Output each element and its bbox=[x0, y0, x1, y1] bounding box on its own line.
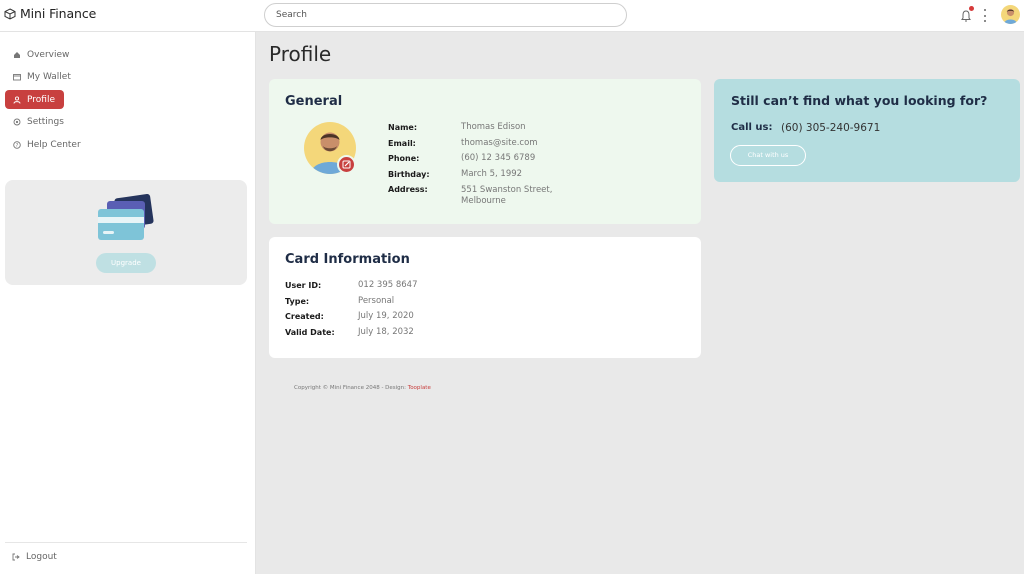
birthday-value: March 5, 1992 bbox=[461, 169, 523, 179]
chat-with-us-button[interactable]: Chat with us bbox=[730, 145, 806, 166]
sidebar-item-settings[interactable]: Settings bbox=[5, 112, 72, 131]
call-us-label: Call us: bbox=[731, 122, 773, 133]
bell-icon bbox=[961, 10, 971, 22]
general-title: General bbox=[285, 94, 343, 109]
user-id-label: User ID: bbox=[285, 281, 322, 290]
help-card: Still can’t find what you looking for? C… bbox=[714, 79, 1020, 182]
wallet-icon bbox=[13, 73, 21, 80]
sidebar-item-label: Profile bbox=[27, 94, 55, 105]
address-label: Address: bbox=[388, 185, 428, 194]
valid-date-label: Valid Date: bbox=[285, 328, 335, 337]
search-input[interactable] bbox=[264, 3, 627, 27]
brand[interactable]: Mini Finance bbox=[4, 6, 96, 21]
created-label: Created: bbox=[285, 312, 324, 321]
upgrade-button[interactable]: Upgrade bbox=[96, 253, 156, 273]
sidebar-divider bbox=[5, 542, 247, 543]
logout-button[interactable]: Logout bbox=[12, 552, 57, 562]
cube-logo-icon bbox=[4, 7, 16, 20]
card-information-title: Card Information bbox=[285, 252, 410, 267]
sidebar-item-profile[interactable]: Profile bbox=[5, 90, 64, 109]
email-value: thomas@site.com bbox=[461, 138, 538, 148]
svg-text:?: ? bbox=[16, 142, 19, 148]
page-title: Profile bbox=[269, 42, 332, 66]
footer-link[interactable]: Tooplate bbox=[408, 385, 431, 391]
upgrade-promo: Upgrade bbox=[5, 180, 247, 285]
credit-cards-icon bbox=[98, 194, 154, 240]
logout-label: Logout bbox=[26, 552, 57, 562]
footer-text: Copyright © Mini Finance 2048 - Design: bbox=[294, 385, 408, 391]
logout-icon bbox=[12, 553, 20, 561]
app-title: Mini Finance bbox=[20, 6, 97, 21]
type-label: Type: bbox=[285, 297, 310, 306]
person-icon bbox=[13, 95, 21, 104]
sidebar-item-my-wallet[interactable]: My Wallet bbox=[5, 67, 79, 86]
user-id-value: 012 395 8647 bbox=[358, 280, 418, 290]
name-label: Name: bbox=[388, 123, 418, 132]
home-icon bbox=[14, 51, 20, 58]
sidebar: Overview My Wallet Profile Settings ? He… bbox=[0, 32, 256, 574]
footer: Copyright © Mini Finance 2048 - Design: … bbox=[294, 385, 431, 391]
notification-dot bbox=[969, 6, 974, 11]
email-label: Email: bbox=[388, 139, 416, 148]
name-value: Thomas Edison bbox=[461, 122, 526, 132]
address-value-line1: 551 Swanston Street, bbox=[461, 185, 553, 195]
sidebar-item-label: Overview bbox=[27, 49, 70, 60]
card-information-card: Card Information User ID: 012 395 8647 T… bbox=[269, 237, 701, 358]
general-card: General Name: Thomas Edison Email: thoma… bbox=[269, 79, 701, 224]
help-icon: ? bbox=[13, 140, 21, 148]
sidebar-item-label: Help Center bbox=[27, 139, 81, 150]
pencil-icon bbox=[342, 160, 351, 169]
sidebar-item-overview[interactable]: Overview bbox=[5, 45, 77, 64]
sidebar-item-label: Settings bbox=[27, 116, 64, 127]
type-value: Personal bbox=[358, 296, 395, 306]
kebab-icon[interactable] bbox=[983, 9, 987, 22]
birthday-label: Birthday: bbox=[388, 170, 430, 179]
sidebar-item-label: My Wallet bbox=[27, 71, 71, 82]
created-value: July 19, 2020 bbox=[358, 311, 414, 321]
phone-value: (60) 12 345 6789 bbox=[461, 153, 536, 163]
sidebar-item-help-center[interactable]: ? Help Center bbox=[5, 135, 89, 154]
help-title: Still can’t find what you looking for? bbox=[731, 93, 988, 108]
user-avatar[interactable] bbox=[1001, 5, 1020, 24]
call-us-phone[interactable]: (60) 305-240-9671 bbox=[781, 122, 880, 134]
notification-button[interactable] bbox=[960, 6, 974, 22]
edit-avatar-button[interactable] bbox=[337, 155, 356, 174]
phone-label: Phone: bbox=[388, 154, 420, 163]
valid-date-value: July 18, 2032 bbox=[358, 327, 414, 337]
top-bar: Mini Finance bbox=[0, 0, 1024, 32]
gear-icon bbox=[13, 118, 21, 125]
address-value-line2: Melbourne bbox=[461, 196, 506, 206]
